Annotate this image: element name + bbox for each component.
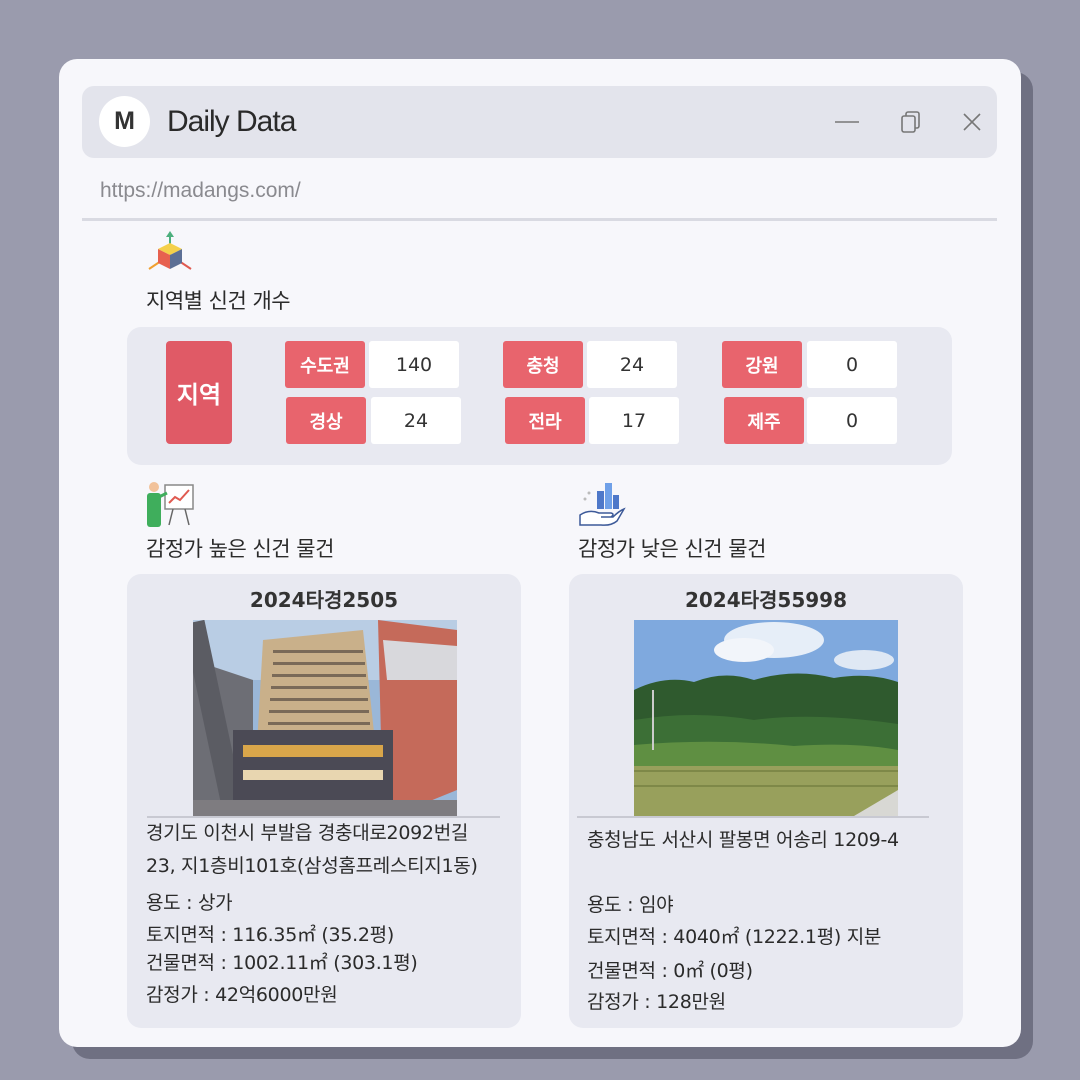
high-section-title: 감정가 높은 신건 물건 bbox=[146, 537, 334, 561]
address-line-1: 충청남도 서산시 팔봉면 어송리 1209-4 bbox=[587, 829, 899, 851]
case-number: 2024타경55998 bbox=[684, 588, 848, 612]
usage-text: 용도 : 상가 bbox=[146, 892, 233, 914]
region-label: 제주 bbox=[724, 397, 804, 444]
property-photo bbox=[634, 620, 898, 816]
restore-button[interactable] bbox=[897, 108, 925, 136]
hand-chart-icon bbox=[579, 483, 626, 526]
restore-icon bbox=[901, 111, 920, 133]
appraisal-text: 감정가 : 128만원 bbox=[587, 991, 726, 1013]
low-property-card[interactable]: 2024타경55998 충청남도 서산시 팔봉면 어송리 1209-4 용도 :… bbox=[569, 574, 963, 1028]
appraisal-text: 감정가 : 42억6000만원 bbox=[146, 984, 338, 1006]
close-icon bbox=[963, 113, 981, 131]
region-count: 24 bbox=[371, 397, 461, 444]
minimize-icon bbox=[835, 121, 859, 123]
region-count: 140 bbox=[369, 341, 459, 388]
case-number: 2024타경2505 bbox=[249, 588, 399, 612]
url-text[interactable]: https://madangs.com/ bbox=[100, 179, 301, 203]
region-label: 전라 bbox=[505, 397, 585, 444]
app-window: M Daily Data https://madangs.com/ 지역별 신건… bbox=[59, 59, 1021, 1047]
region-label: 수도권 bbox=[285, 341, 365, 388]
usage-text: 용도 : 임야 bbox=[587, 894, 674, 916]
presentation-chart-icon bbox=[147, 482, 194, 527]
app-title: Daily Data bbox=[167, 105, 296, 138]
region-section-title: 지역별 신건 개수 bbox=[146, 289, 291, 313]
address-line-2: 23, 지1층비101호(삼성홈프레스티지1동) bbox=[146, 855, 478, 877]
app-logo: M bbox=[99, 96, 150, 147]
land-area-text: 토지면적 : 4040㎡ (1222.1평) 지분 bbox=[587, 926, 882, 948]
region-label: 충청 bbox=[503, 341, 583, 388]
building-area-text: 건물면적 : 0㎡ (0평) bbox=[587, 960, 753, 982]
region-count: 17 bbox=[589, 397, 679, 444]
building-area-text: 건물면적 : 1002.11㎡ (303.1평) bbox=[146, 952, 418, 974]
region-label: 강원 bbox=[722, 341, 802, 388]
land-area-text: 토지면적 : 116.35㎡ (35.2평) bbox=[146, 924, 394, 946]
property-photo bbox=[193, 620, 457, 816]
axes-cube-icon bbox=[148, 231, 192, 270]
low-section-title: 감정가 낮은 신건 물건 bbox=[578, 537, 766, 561]
region-count: 0 bbox=[807, 397, 897, 444]
region-count: 0 bbox=[807, 341, 897, 388]
title-bar: M Daily Data bbox=[82, 86, 997, 158]
address-line-1: 경기도 이천시 부발읍 경충대로2092번길 bbox=[146, 822, 469, 844]
region-label: 경상 bbox=[286, 397, 366, 444]
region-header-label: 지역 bbox=[166, 341, 232, 444]
high-property-card[interactable]: 2024타경2505 경기도 이천시 부발읍 경충대로2092번길 23, 지1… bbox=[127, 574, 521, 1028]
region-count-panel: 지역 수도권 140 충청 24 강원 0 경상 24 전라 17 제주 0 bbox=[127, 327, 952, 465]
photo-divider bbox=[577, 816, 929, 818]
region-count: 24 bbox=[587, 341, 677, 388]
close-button[interactable] bbox=[958, 108, 986, 136]
minimize-button[interactable] bbox=[833, 108, 861, 136]
header-divider bbox=[82, 218, 997, 221]
